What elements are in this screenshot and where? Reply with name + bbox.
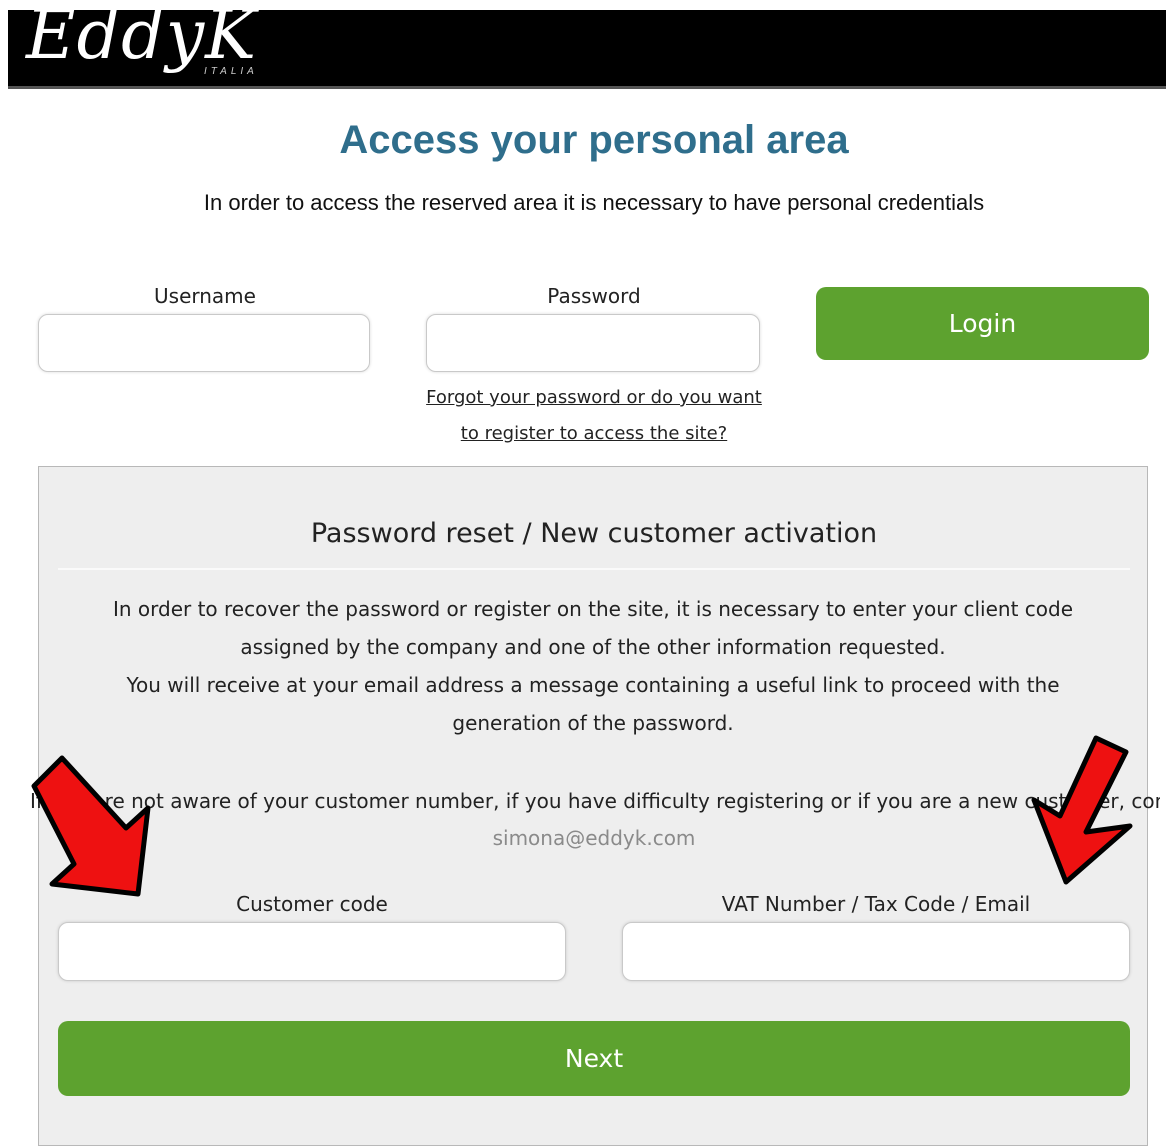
red-arrow-icon: [31, 755, 151, 897]
instructions-paragraph: You will receive at your email address a…: [126, 673, 1060, 735]
page-title: Access your personal area: [339, 118, 849, 162]
forgot-password-link[interactable]: Forgot your password or do you want to r…: [420, 380, 768, 452]
logo-subtitle: ITALIA: [204, 66, 258, 77]
next-button[interactable]: Next: [58, 1021, 1130, 1096]
panel-title: Password reset / New customer activation: [310, 518, 878, 549]
vat-label: VAT Number / Tax Code / Email: [721, 892, 1031, 916]
login-button[interactable]: Login: [816, 287, 1149, 360]
customer-code-input[interactable]: [58, 922, 566, 981]
intro-text: In order to access the reserved area it …: [203, 190, 985, 215]
site-header: EddyK ITALIA: [8, 2, 1166, 89]
contact-text: If you are not aware of your customer nu…: [30, 789, 1160, 813]
red-arrow-icon: [1031, 735, 1133, 885]
username-label: Username: [154, 284, 256, 308]
panel-instructions: In order to recover the password or regi…: [90, 590, 1096, 742]
contact-email-link[interactable]: simona@eddyk.com: [0, 820, 1166, 856]
instructions-paragraph: In order to recover the password or regi…: [112, 597, 1074, 659]
vat-input[interactable]: [622, 922, 1130, 981]
password-label: Password: [547, 284, 641, 308]
username-input[interactable]: [38, 314, 370, 372]
panel-divider: [58, 568, 1130, 570]
eddyk-logo[interactable]: EddyK: [26, 2, 257, 70]
password-input[interactable]: [426, 314, 760, 372]
